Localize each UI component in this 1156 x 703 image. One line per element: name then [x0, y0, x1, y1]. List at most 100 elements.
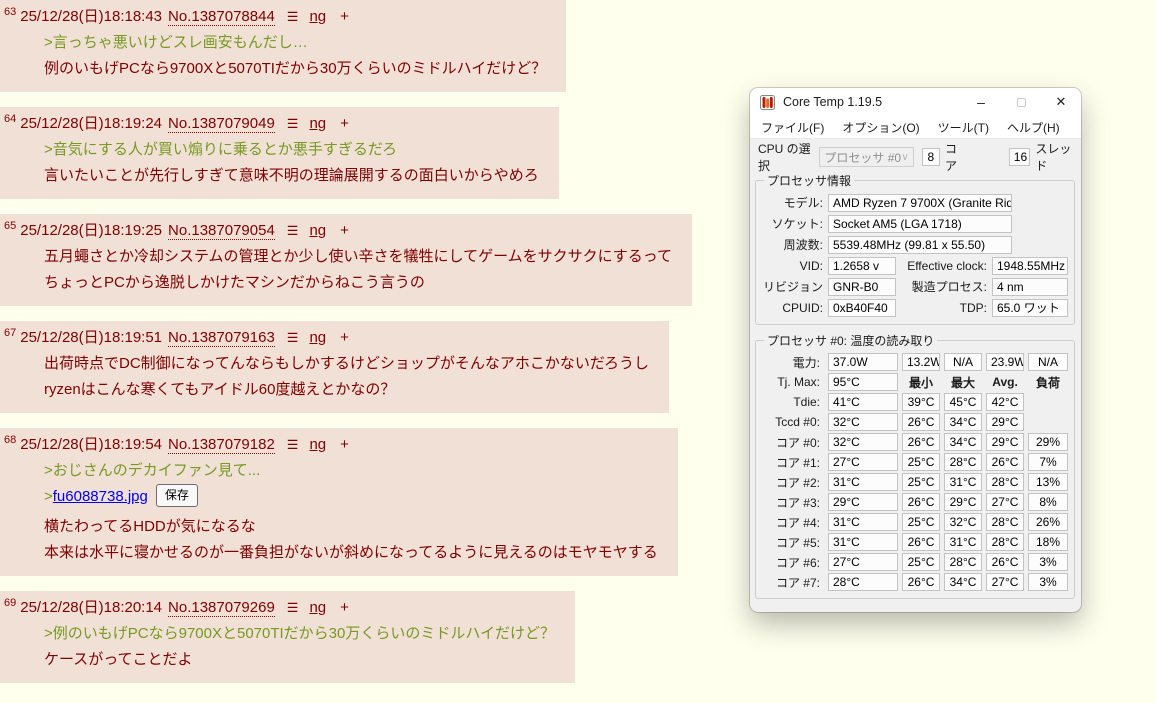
core-0-row: コア #0: 32°C 26°C 34°C 29°C 29%	[762, 432, 1068, 452]
post-number-link[interactable]: No.1387079182	[168, 436, 275, 454]
tccd-row: Tccd #0: 32°C 26°C 34°C 29°C	[762, 412, 1068, 432]
ng-link[interactable]: ng	[309, 599, 326, 616]
post-header: 6525/12/28(日)18:19:25No.1387079054☰ng+	[2, 217, 672, 236]
sensor-min: 25°C	[902, 453, 940, 471]
minimize-button[interactable]: –	[961, 88, 1001, 116]
post-menu-icon[interactable]: ☰	[287, 9, 298, 24]
expand-plus-link[interactable]: +	[340, 436, 349, 453]
core-count-box: 8	[922, 148, 940, 166]
post-menu-icon[interactable]: ☰	[287, 330, 298, 345]
title-bar[interactable]: Core Temp 1.19.5 – ✕	[750, 88, 1081, 116]
model-value: AMD Ryzen 7 9700X (Granite Ridge)	[828, 194, 1012, 212]
effective-clock-label: Effective clock:	[896, 259, 992, 273]
sensor-min: 26°C	[902, 433, 940, 451]
menu-options[interactable]: オプション(O)	[833, 119, 928, 136]
sensor-load: 13%	[1028, 473, 1068, 491]
cpuid-value: 0xB40F40	[828, 299, 896, 317]
coretemp-window: Core Temp 1.19.5 – ✕ ファイル(F) オプション(O) ツー…	[750, 88, 1081, 612]
ng-link[interactable]: ng	[309, 329, 326, 346]
post-number-link[interactable]: No.1387079269	[168, 599, 275, 617]
sensor-label: Tdie:	[762, 395, 824, 409]
post-number-link[interactable]: No.1387079163	[168, 329, 275, 347]
sensor-load: 29%	[1028, 433, 1068, 451]
sensor-label: コア #6:	[762, 554, 824, 571]
save-button[interactable]: 保存	[156, 484, 198, 507]
quote-mark: >	[44, 488, 53, 505]
maximize-icon	[1017, 98, 1026, 107]
sensor-min: 39°C	[902, 393, 940, 411]
sensor-avg: 26°C	[986, 553, 1024, 571]
post-63: 6325/12/28(日)18:18:43No.1387078844☰ng+ >…	[0, 0, 566, 92]
sensor-label: コア #7:	[762, 574, 824, 591]
text-line: 五月蠅さとか冷却システムの管理とか少し使い辛さを犠牲にしてゲームをサクサクにする…	[44, 244, 672, 270]
text-line: 横たわってるHDDが気になるな	[44, 514, 658, 540]
expand-plus-link[interactable]: +	[340, 599, 349, 616]
expand-plus-link[interactable]: +	[340, 115, 349, 132]
tjmax-header-row: Tj. Max: 95°C 最小 最大 Avg. 負荷	[762, 372, 1068, 392]
expand-plus-link[interactable]: +	[340, 329, 349, 346]
temperature-group: プロセッサ #0: 温度の読み取り 電力: 37.0W 13.2W N/A 23…	[755, 332, 1075, 599]
processor-info-legend: プロセッサ情報	[764, 172, 854, 189]
processor-info-group: プロセッサ情報 モデル: AMD Ryzen 7 9700X (Granite …	[755, 172, 1075, 325]
ng-link[interactable]: ng	[309, 436, 326, 453]
sensor-min: 26°C	[902, 533, 940, 551]
post-body: 出荷時点でDC制御になってんならもしかするけどショップがそんなアホこかないだろう…	[44, 351, 649, 403]
tdp-value: 65.0 ワット	[992, 299, 1068, 317]
sensor-avg: 29°C	[986, 413, 1024, 431]
model-row: モデル: AMD Ryzen 7 9700X (Granite Ridge)	[762, 192, 1068, 213]
header-min: 最小	[902, 374, 940, 391]
menu-tools[interactable]: ツール(T)	[929, 119, 998, 136]
sensor-current: 32°C	[828, 433, 898, 451]
power-min: 13.2W	[902, 353, 940, 371]
ng-link[interactable]: ng	[309, 8, 326, 25]
processor-dropdown[interactable]: プロセッサ #0 ∨	[819, 147, 913, 167]
post-number-link[interactable]: No.1387078844	[168, 8, 275, 26]
sensor-min: 25°C	[902, 473, 940, 491]
sensor-avg: 42°C	[986, 393, 1024, 411]
text-line: 出荷時点でDC制御になってんならもしかするけどショップがそんなアホこかないだろう…	[44, 351, 649, 377]
sensor-label: コア #3:	[762, 494, 824, 511]
sensor-min: 25°C	[902, 513, 940, 531]
expand-plus-link[interactable]: +	[340, 222, 349, 239]
sensor-current: 27°C	[828, 453, 898, 471]
post-menu-icon[interactable]: ☰	[287, 437, 298, 452]
file-link[interactable]: fu6088738.jpg	[53, 488, 148, 505]
post-65: 6525/12/28(日)18:19:25No.1387079054☰ng+ 五…	[0, 214, 692, 306]
text-line: ちょっとPCから逸脱しかけたマシンだからねこう言うの	[44, 270, 672, 296]
coretemp-app-icon	[760, 95, 775, 110]
power-label: 電力:	[762, 354, 824, 371]
cpuid-row: CPUID: 0xB40F40 TDP: 65.0 ワット	[762, 297, 1068, 318]
ng-link[interactable]: ng	[309, 115, 326, 132]
post-ordinal: 63	[4, 6, 16, 18]
sensor-current: 31°C	[828, 513, 898, 531]
temperature-legend: プロセッサ #0: 温度の読み取り	[764, 332, 937, 349]
socket-row: ソケット: Socket AM5 (LGA 1718)	[762, 213, 1068, 234]
post-date: 25/12/28(日)18:20:14	[20, 599, 162, 616]
post-body: >音気にする人が買い煽りに乗るとか悪手すぎるだろ 言いたいことが先行しすぎて意味…	[44, 137, 539, 189]
post-date: 25/12/28(日)18:19:24	[20, 115, 162, 132]
socket-label: ソケット:	[762, 215, 828, 232]
close-button[interactable]: ✕	[1041, 88, 1081, 116]
expand-plus-link[interactable]: +	[340, 8, 349, 25]
post-date: 25/12/28(日)18:19:51	[20, 329, 162, 346]
tjmax-label: Tj. Max:	[762, 375, 824, 389]
post-menu-icon[interactable]: ☰	[287, 600, 298, 615]
model-label: モデル:	[762, 194, 828, 211]
maximize-button[interactable]	[1001, 88, 1041, 116]
text-line: 例のいもげPCなら9700Xと5070TIだから30万くらいのミドルハイだけど？	[44, 56, 546, 82]
post-body: >例のいもげPCなら9700Xと5070TIだから30万くらいのミドルハイだけど…	[44, 621, 555, 673]
post-number-link[interactable]: No.1387079049	[168, 115, 275, 133]
core-2-row: コア #2: 31°C 25°C 31°C 28°C 13%	[762, 472, 1068, 492]
post-header: 6425/12/28(日)18:19:24No.1387079049☰ng+	[2, 110, 539, 129]
post-number-link[interactable]: No.1387079054	[168, 222, 275, 240]
post-body: 五月蠅さとか冷却システムの管理とか少し使い辛さを犠牲にしてゲームをサクサクにする…	[44, 244, 672, 296]
menu-file[interactable]: ファイル(F)	[752, 119, 833, 136]
post-menu-icon[interactable]: ☰	[287, 116, 298, 131]
core-count-label: コア	[945, 140, 965, 174]
menu-help[interactable]: ヘルプ(H)	[998, 119, 1069, 136]
post-69: 6925/12/28(日)18:20:14No.1387079269☰ng+ >…	[0, 591, 575, 683]
post-menu-icon[interactable]: ☰	[287, 223, 298, 238]
ng-link[interactable]: ng	[309, 222, 326, 239]
post-ordinal: 68	[4, 434, 16, 446]
header-max: 最大	[944, 374, 982, 391]
